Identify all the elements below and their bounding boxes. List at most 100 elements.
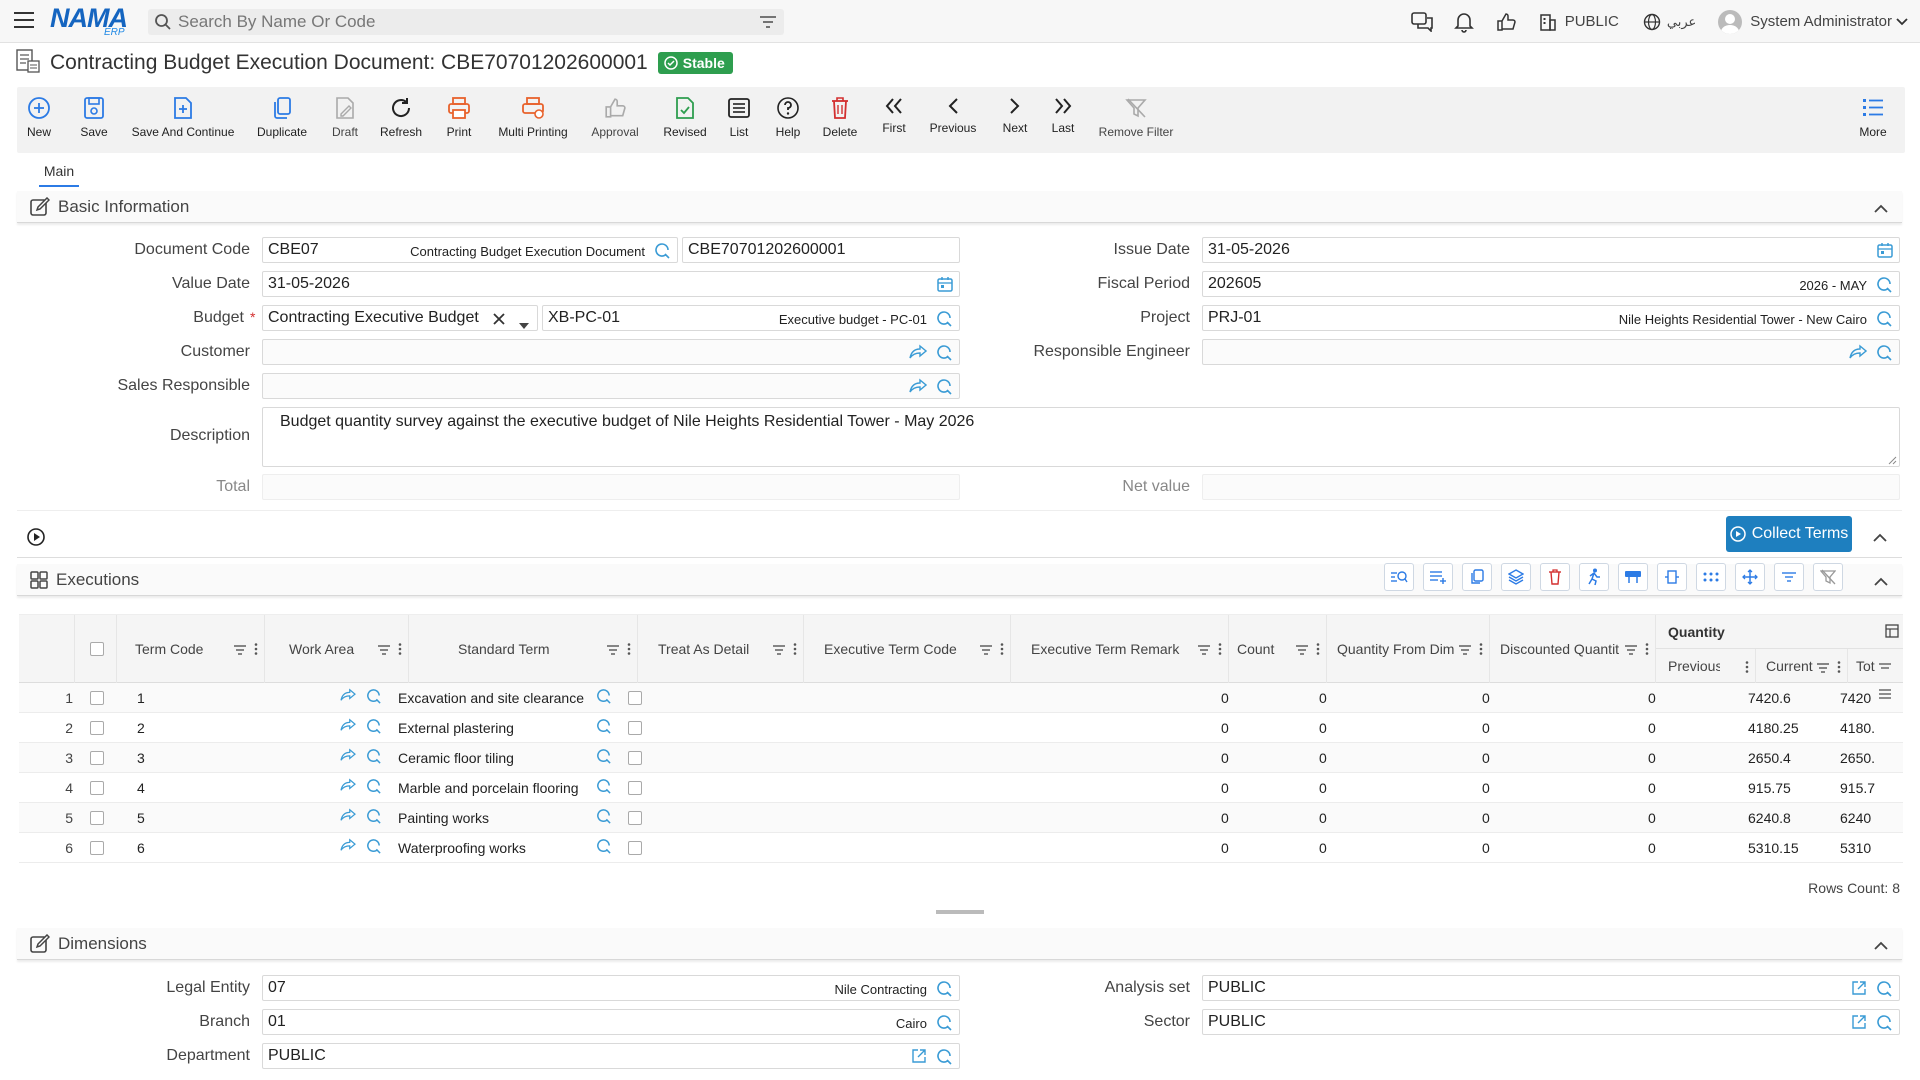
treat-as-detail-checkbox[interactable] xyxy=(628,811,642,825)
count-cell[interactable]: 0 xyxy=(1221,840,1229,856)
company-icon[interactable] xyxy=(1537,11,1559,33)
current-quantity-cell[interactable]: 6240.8 xyxy=(1748,810,1791,826)
chevron-down-icon[interactable] xyxy=(1896,13,1908,31)
previous-quantity-cell[interactable]: 0 xyxy=(1648,750,1656,766)
lookup-icon[interactable] xyxy=(595,808,612,828)
column-filter-icon[interactable] xyxy=(234,642,246,658)
move-icon[interactable] xyxy=(1735,563,1765,591)
legal-entity-field[interactable]: 07 Nile Contracting xyxy=(262,975,960,1001)
list-button[interactable]: List xyxy=(727,95,751,139)
column-header-total[interactable]: Tot xyxy=(1848,649,1903,683)
count-cell[interactable]: 0 xyxy=(1221,780,1229,796)
count-cell[interactable]: 0 xyxy=(1221,750,1229,766)
current-quantity-cell[interactable]: 7420.6 xyxy=(1748,690,1791,706)
discounted-quantity-cell[interactable]: 0 xyxy=(1482,810,1490,826)
standard-term-cell[interactable]: Painting works xyxy=(398,810,489,826)
lookup-icon[interactable] xyxy=(365,778,382,798)
standard-term-cell[interactable]: Waterproofing works xyxy=(398,840,526,856)
column-filter-icon[interactable] xyxy=(607,642,619,658)
share-icon[interactable] xyxy=(339,778,357,795)
next-button[interactable]: Next xyxy=(1000,95,1030,135)
column-header-work-area[interactable]: Work Area xyxy=(265,615,409,683)
layers-icon[interactable] xyxy=(1501,563,1531,591)
count-cell[interactable]: 0 xyxy=(1221,720,1229,736)
column-menu-icon[interactable] xyxy=(398,642,402,658)
sales-responsible-field[interactable] xyxy=(262,373,960,399)
user-name[interactable]: System Administrator xyxy=(1750,13,1892,30)
current-quantity-cell[interactable]: 2650.4 xyxy=(1748,750,1791,766)
quantity-from-dim-cell[interactable]: 0 xyxy=(1319,780,1327,796)
lookup-icon[interactable] xyxy=(1875,310,1893,333)
table-row[interactable]: 2 2 External plastering 0 0 0 0 4180.25 4180. xyxy=(19,713,1903,743)
treat-as-detail-checkbox[interactable] xyxy=(628,721,642,735)
discounted-quantity-cell[interactable]: 0 xyxy=(1482,720,1490,736)
help-button[interactable]: Help xyxy=(773,95,803,139)
column-filter-icon[interactable] xyxy=(378,642,390,658)
lookup-icon[interactable] xyxy=(935,1048,953,1071)
resize-handle-icon[interactable] xyxy=(1887,452,1897,470)
row-checkbox[interactable] xyxy=(90,841,104,855)
standard-term-cell[interactable]: External plastering xyxy=(398,720,514,736)
column-menu-icon[interactable] xyxy=(1316,642,1320,658)
table-row[interactable]: 4 4 Marble and porcelain flooring 0 0 0 0 915.7… xyxy=(19,773,1903,803)
term-code-cell[interactable]: 2 xyxy=(137,720,145,736)
column-header-count[interactable]: Count xyxy=(1229,615,1327,683)
lookup-icon[interactable] xyxy=(935,344,953,367)
description-textarea[interactable]: Budget quantity survey against the execu… xyxy=(262,407,1900,467)
lookup-icon[interactable] xyxy=(1875,344,1893,367)
share-icon[interactable] xyxy=(339,808,357,825)
count-cell[interactable]: 0 xyxy=(1221,810,1229,826)
table-row[interactable]: 6 6 Waterproofing works 0 0 0 0 5310.15 5310 xyxy=(19,833,1903,863)
column-header-executive-term-code[interactable]: Executive Term Code xyxy=(804,615,1011,683)
row-checkbox[interactable] xyxy=(90,781,104,795)
share-icon[interactable] xyxy=(339,718,357,735)
open-external-icon[interactable] xyxy=(1851,1014,1867,1035)
print-button[interactable]: Print xyxy=(444,95,474,139)
issue-date-field[interactable]: 31-05-2026 xyxy=(1202,237,1900,263)
company-label[interactable]: PUBLIC xyxy=(1565,13,1619,30)
grid-side-menu-icon[interactable] xyxy=(1878,660,1892,705)
save-and-continue-button[interactable]: Save And Continue xyxy=(129,95,237,139)
column-header-treat-as-detail[interactable]: Treat As Detail xyxy=(638,615,804,683)
chevron-up-icon[interactable] xyxy=(1874,573,1888,591)
current-quantity-cell[interactable]: 5310.15 xyxy=(1748,840,1799,856)
column-filter-icon[interactable] xyxy=(980,642,992,658)
column-filter-icon[interactable] xyxy=(773,642,785,658)
lookup-icon[interactable] xyxy=(365,688,382,708)
lookup-icon[interactable] xyxy=(595,688,612,708)
current-quantity-cell[interactable]: 915.75 xyxy=(1748,780,1791,796)
discounted-quantity-cell[interactable]: 0 xyxy=(1482,690,1490,706)
multi-printing-button[interactable]: Multi Printing xyxy=(494,95,572,139)
share-icon[interactable] xyxy=(909,378,928,399)
expand-column-icon[interactable] xyxy=(1657,563,1687,591)
count-cell[interactable]: 0 xyxy=(1221,690,1229,706)
department-field[interactable]: PUBLIC xyxy=(262,1043,960,1069)
column-header-executive-term-remark[interactable]: Executive Term Remark xyxy=(1011,615,1229,683)
new-button[interactable]: New xyxy=(24,95,54,139)
quantity-from-dim-cell[interactable]: 0 xyxy=(1319,750,1327,766)
app-logo[interactable]: NAMA ERP xyxy=(50,5,132,39)
lookup-icon[interactable] xyxy=(365,748,382,768)
filter-icon[interactable] xyxy=(1774,563,1804,591)
column-header-standard-term[interactable]: Standard Term xyxy=(409,615,638,683)
term-code-cell[interactable]: 1 xyxy=(137,690,145,706)
row-checkbox[interactable] xyxy=(90,811,104,825)
previous-button[interactable]: Previous xyxy=(928,95,978,135)
standard-term-cell[interactable]: Marble and porcelain flooring xyxy=(398,780,579,796)
sector-field[interactable]: PUBLIC xyxy=(1202,1009,1900,1035)
column-menu-icon[interactable] xyxy=(1218,642,1222,658)
discounted-quantity-cell[interactable]: 0 xyxy=(1482,750,1490,766)
standard-term-cell[interactable]: Excavation and site clearance xyxy=(398,690,584,706)
calendar-icon[interactable] xyxy=(937,276,953,297)
previous-quantity-cell[interactable]: 0 xyxy=(1648,720,1656,736)
share-icon[interactable] xyxy=(339,838,357,855)
splitter-handle[interactable] xyxy=(936,910,984,914)
language-switch[interactable]: عربي xyxy=(1667,14,1696,30)
chevron-up-icon[interactable] xyxy=(1874,937,1888,955)
lookup-icon[interactable] xyxy=(653,242,671,265)
select-all-checkbox[interactable] xyxy=(90,642,104,656)
share-icon[interactable] xyxy=(1849,344,1868,365)
customer-field[interactable] xyxy=(262,339,960,365)
column-header-term-code[interactable]: Term Code xyxy=(117,615,265,683)
remove-filter-button[interactable]: Remove Filter xyxy=(1095,95,1177,139)
